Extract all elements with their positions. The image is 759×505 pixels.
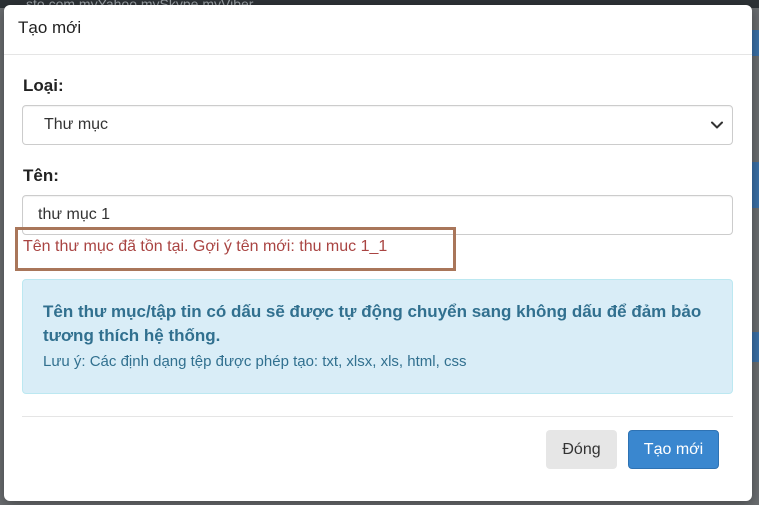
create-button[interactable]: Tạo mới xyxy=(628,430,719,469)
type-label: Loại: xyxy=(23,76,64,95)
dialog-header: Tạo mới xyxy=(4,5,752,55)
chevron-down-icon xyxy=(711,121,723,129)
create-dialog: Tạo mới Loại: Thư mục Tên: Tên thư mục đ… xyxy=(4,5,752,501)
background-strip xyxy=(751,162,759,208)
background-strip xyxy=(751,30,759,56)
footer-divider xyxy=(22,416,733,417)
error-highlight-box xyxy=(15,227,456,271)
dialog-title: Tạo mới xyxy=(18,18,82,37)
info-note-text: Lưu ý: Các định dạng tệp được phép tạo: … xyxy=(43,353,467,370)
background-strip xyxy=(751,332,759,362)
close-button[interactable]: Đóng xyxy=(546,430,617,469)
type-select-value: Thư mục xyxy=(44,116,109,133)
name-label: Tên: xyxy=(23,166,59,185)
info-main-text: Tên thư mục/tập tin có dấu sẽ được tự độ… xyxy=(43,302,702,345)
type-select[interactable]: Thư mục xyxy=(22,105,733,145)
info-alert: Tên thư mục/tập tin có dấu sẽ được tự độ… xyxy=(22,279,733,394)
